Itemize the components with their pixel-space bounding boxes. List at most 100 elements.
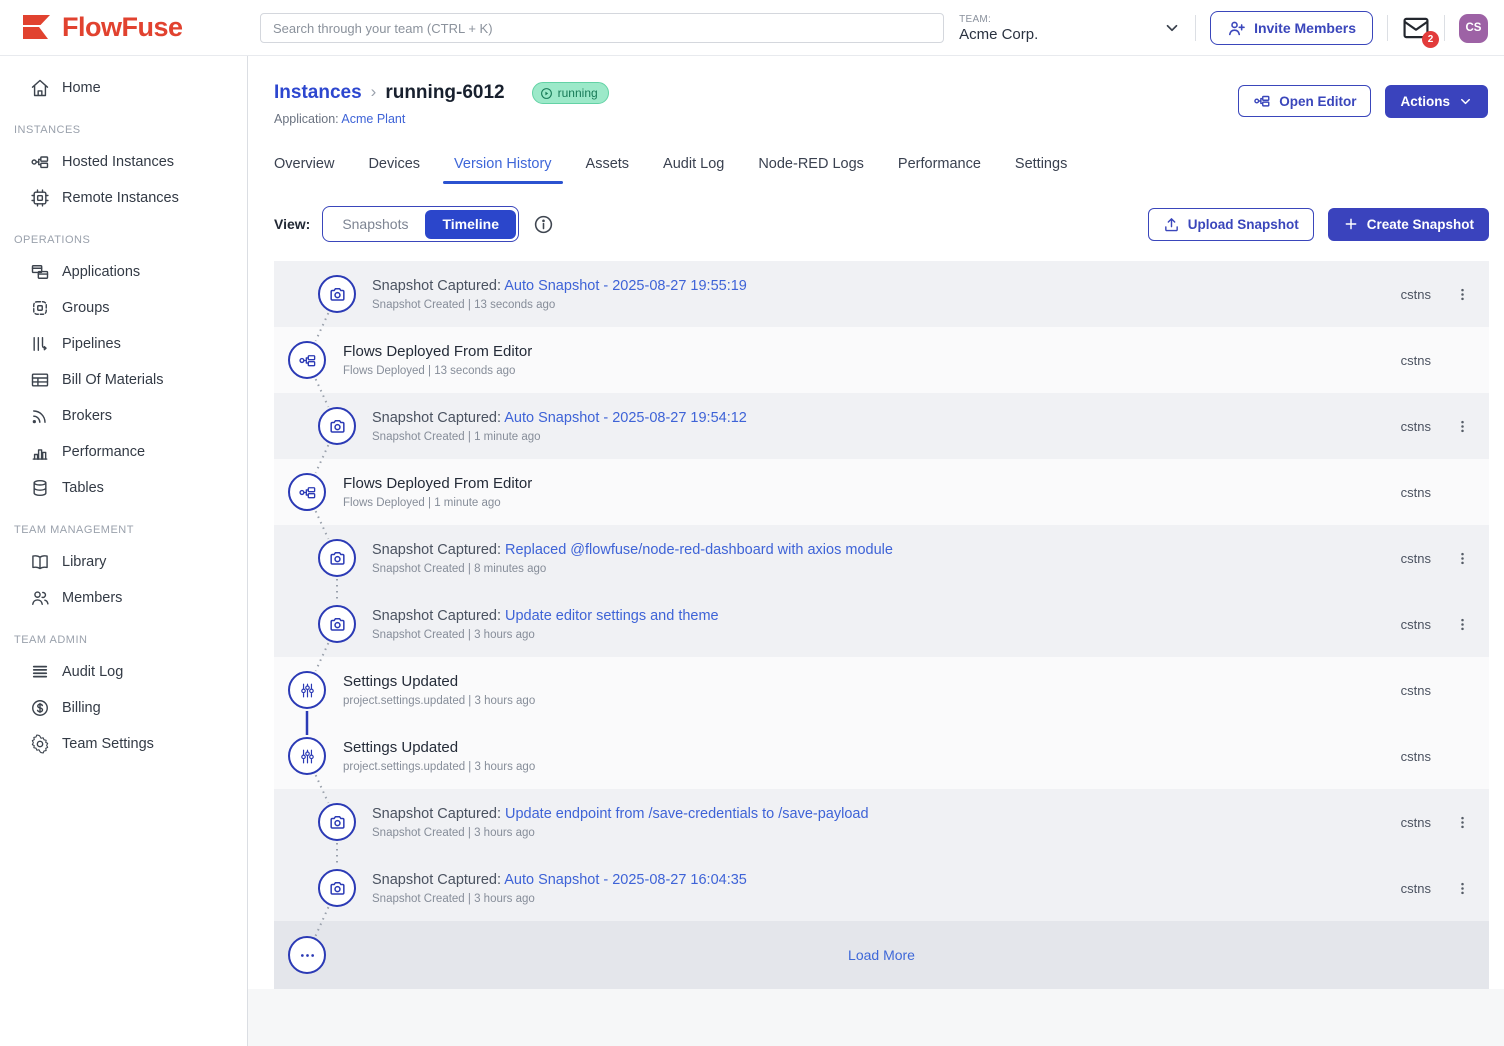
- library-icon: [30, 552, 50, 572]
- sidebar-section-label: TEAM MANAGEMENT: [0, 506, 247, 544]
- tab-version-history[interactable]: Version History: [443, 146, 563, 184]
- status-label: running: [558, 86, 598, 100]
- timeline-row-meta: Flows Deployed | 1 minute ago: [343, 497, 532, 509]
- brokers-icon: [30, 406, 50, 426]
- sidebar-item-library[interactable]: Library: [0, 544, 247, 580]
- sidebar-item-label: Performance: [62, 444, 145, 460]
- sidebar-item-home[interactable]: Home: [0, 70, 247, 106]
- load-more-link[interactable]: Load More: [848, 947, 915, 963]
- kebab-menu-icon[interactable]: [1451, 282, 1473, 306]
- billing-icon: [30, 698, 50, 718]
- search-input[interactable]: [260, 13, 944, 43]
- tab-overview[interactable]: Overview: [263, 146, 345, 184]
- load-more-row: Load More: [274, 921, 1489, 989]
- upload-snapshot-button[interactable]: Upload Snapshot: [1148, 208, 1314, 241]
- kebab-menu-icon[interactable]: [1451, 810, 1473, 834]
- camera-icon: [318, 869, 356, 907]
- sidebar-item-performance[interactable]: Performance: [0, 434, 247, 470]
- sidebar-item-label: Home: [62, 80, 101, 96]
- team-selector[interactable]: TEAM: Acme Corp.: [959, 14, 1181, 43]
- page-title: running-6012: [385, 82, 504, 104]
- team-label: TEAM:: [959, 14, 1163, 25]
- tab-settings[interactable]: Settings: [1004, 146, 1078, 184]
- timeline-row-user: cstns: [1401, 287, 1431, 302]
- open-editor-button[interactable]: Open Editor: [1238, 85, 1371, 117]
- top-navbar: FlowFuse TEAM: Acme Corp. Invite Members: [0, 0, 1504, 56]
- snapshot-link[interactable]: Replaced @flowfuse/node-red-dashboard wi…: [505, 542, 893, 558]
- timeline-row: Settings Updated project.settings.update…: [274, 723, 1489, 789]
- flows-icon: [30, 152, 50, 172]
- timeline-row-meta: Flows Deployed | 13 seconds ago: [343, 365, 532, 377]
- sidebar-item-label: Remote Instances: [62, 190, 179, 206]
- brand-name: FlowFuse: [62, 12, 183, 43]
- timeline-row: Snapshot Captured: Update endpoint from …: [274, 789, 1489, 855]
- actions-button[interactable]: Actions: [1385, 85, 1488, 118]
- flowfuse-logo[interactable]: FlowFuse: [20, 12, 183, 43]
- sidebar-item-audit-log[interactable]: Audit Log: [0, 654, 247, 690]
- snapshot-link[interactable]: Auto Snapshot - 2025-08-27 16:04:35: [504, 872, 747, 888]
- timeline-row-user: cstns: [1401, 485, 1431, 500]
- invite-members-button[interactable]: Invite Members: [1210, 11, 1373, 45]
- breadcrumb-instances-link[interactable]: Instances: [274, 82, 362, 104]
- timeline-row-user: cstns: [1401, 353, 1431, 368]
- sidebar-item-groups[interactable]: Groups: [0, 290, 247, 326]
- sidebar-item-members[interactable]: Members: [0, 580, 247, 616]
- timeline-row-user: cstns: [1401, 815, 1431, 830]
- snapshot-captured-label: Snapshot Captured:: [372, 872, 504, 888]
- sidebar-item-label: Brokers: [62, 408, 112, 424]
- sidebar-item-bill-of-materials[interactable]: Bill Of Materials: [0, 362, 247, 398]
- snapshot-link[interactable]: Auto Snapshot - 2025-08-27 19:54:12: [504, 410, 747, 426]
- sidebar-item-applications[interactable]: Applications: [0, 254, 247, 290]
- content-background: [248, 989, 1504, 1046]
- kebab-menu-icon[interactable]: [1451, 546, 1473, 570]
- view-option-snapshots[interactable]: Snapshots: [325, 210, 425, 239]
- snapshot-link[interactable]: Update endpoint from /save-credentials t…: [505, 806, 869, 822]
- sidebar: HomeINSTANCESHosted InstancesRemote Inst…: [0, 56, 248, 1046]
- snapshot-link[interactable]: Update editor settings and theme: [505, 608, 719, 624]
- tab-assets[interactable]: Assets: [575, 146, 641, 184]
- pipelines-icon: [30, 334, 50, 354]
- camera-icon: [318, 275, 356, 313]
- snapshot-link[interactable]: Auto Snapshot - 2025-08-27 19:55:19: [504, 278, 747, 294]
- sidebar-item-billing[interactable]: Billing: [0, 690, 247, 726]
- user-avatar[interactable]: CS: [1459, 14, 1488, 43]
- timeline-row: Flows Deployed From Editor Flows Deploye…: [274, 327, 1489, 393]
- header-divider: [1444, 15, 1445, 41]
- view-label: View:: [274, 216, 310, 232]
- sidebar-item-pipelines[interactable]: Pipelines: [0, 326, 247, 362]
- tab-node-red-logs[interactable]: Node-RED Logs: [747, 146, 875, 184]
- tab-audit-log[interactable]: Audit Log: [652, 146, 735, 184]
- home-icon: [30, 78, 50, 98]
- camera-icon: [318, 407, 356, 445]
- timeline-list: Snapshot Captured: Auto Snapshot - 2025-…: [274, 261, 1489, 989]
- tab-performance[interactable]: Performance: [887, 146, 992, 184]
- timeline-row: Snapshot Captured: Update editor setting…: [274, 591, 1489, 657]
- info-icon[interactable]: [533, 214, 554, 235]
- notifications-button[interactable]: 2: [1402, 16, 1430, 40]
- chip-icon: [30, 188, 50, 208]
- kebab-menu-icon[interactable]: [1451, 612, 1473, 636]
- tab-devices[interactable]: Devices: [357, 146, 431, 184]
- main-content: Instances › running-6012 running Applica…: [248, 56, 1504, 1046]
- sidebar-item-remote-instances[interactable]: Remote Instances: [0, 180, 247, 216]
- timeline-row-user: cstns: [1401, 419, 1431, 434]
- view-option-timeline[interactable]: Timeline: [425, 210, 516, 239]
- sidebar-item-label: Members: [62, 590, 122, 606]
- camera-icon: [318, 539, 356, 577]
- sidebar-item-brokers[interactable]: Brokers: [0, 398, 247, 434]
- application-link[interactable]: Acme Plant: [341, 112, 405, 126]
- header-divider: [1387, 15, 1388, 41]
- user-plus-icon: [1227, 19, 1246, 38]
- members-icon: [30, 588, 50, 608]
- sidebar-item-team-settings[interactable]: Team Settings: [0, 726, 247, 762]
- invite-members-label: Invite Members: [1254, 20, 1356, 36]
- kebab-menu-icon[interactable]: [1451, 414, 1473, 438]
- sidebar-section-label: OPERATIONS: [0, 216, 247, 254]
- create-snapshot-button[interactable]: Create Snapshot: [1328, 208, 1489, 241]
- chevron-down-icon: [1163, 19, 1181, 37]
- camera-icon: [318, 605, 356, 643]
- flows-icon: [288, 473, 326, 511]
- kebab-menu-icon[interactable]: [1451, 876, 1473, 900]
- sidebar-item-hosted-instances[interactable]: Hosted Instances: [0, 144, 247, 180]
- sidebar-item-tables[interactable]: Tables: [0, 470, 247, 506]
